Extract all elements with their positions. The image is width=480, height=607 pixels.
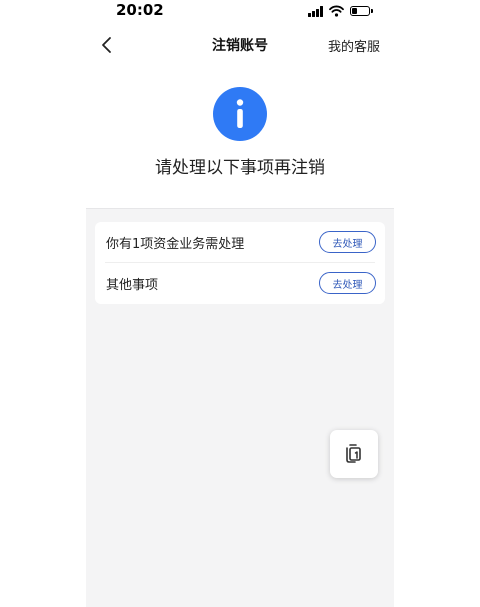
task-row: 你有1项资金业务需处理 去处理 — [95, 222, 385, 263]
back-button[interactable] — [94, 32, 120, 58]
header-message: 请处理以下事项再注销 — [155, 158, 325, 178]
info-icon — [213, 87, 267, 141]
nav-bar: 注销账号 我的客服 — [86, 26, 394, 64]
process-button[interactable]: 去处理 — [319, 231, 376, 253]
content-area: 你有1项资金业务需处理 去处理 其他事项 去处理 — [86, 208, 394, 607]
floating-copy-button[interactable] — [330, 430, 378, 478]
battery-icon — [350, 6, 373, 16]
wifi-icon — [329, 5, 344, 17]
phone-screen: 20:02 注销账号 我的客服 请处理以下事项再注销 你有1项资金业务需处理 去… — [86, 0, 394, 607]
status-icons — [308, 4, 373, 18]
chevron-left-icon — [102, 37, 111, 53]
status-time: 20:02 — [116, 1, 164, 19]
battery-level — [352, 8, 357, 14]
task-label: 其他事项 — [106, 278, 159, 293]
task-row: 其他事项 去处理 — [95, 263, 385, 303]
customer-service-link[interactable]: 我的客服 — [328, 36, 380, 55]
task-card: 你有1项资金业务需处理 去处理 其他事项 去处理 — [95, 222, 385, 304]
copy-icon — [346, 444, 361, 463]
signal-icon — [308, 5, 323, 17]
process-button[interactable]: 去处理 — [319, 272, 376, 294]
status-bar: 20:02 — [86, 0, 394, 22]
header-area: 请处理以下事项再注销 — [86, 64, 394, 208]
task-label: 你有1项资金业务需处理 — [106, 237, 245, 252]
